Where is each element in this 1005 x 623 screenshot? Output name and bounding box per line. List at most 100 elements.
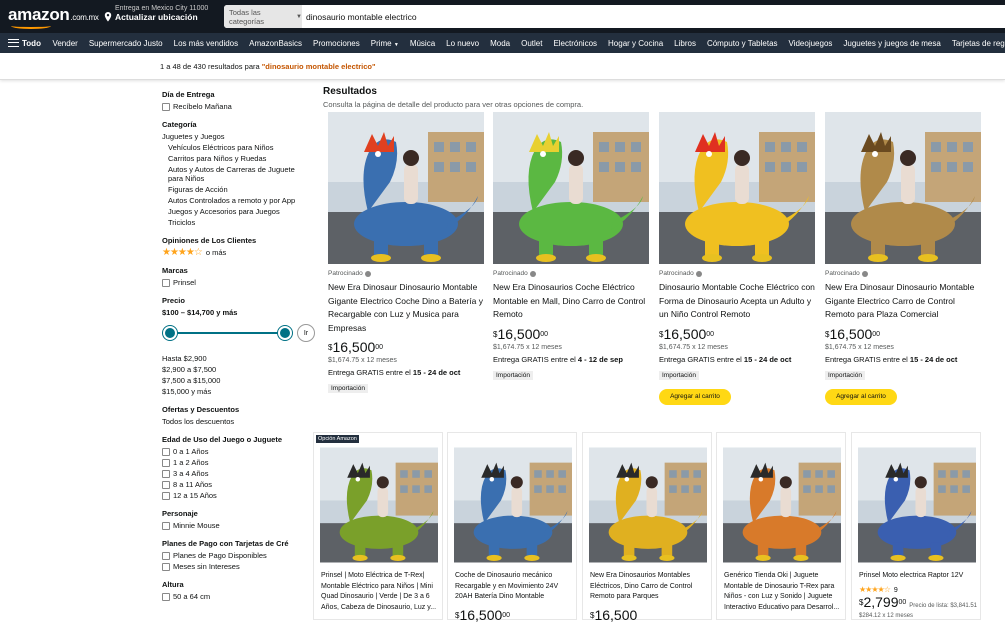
filter-label: Prinsel [173, 278, 196, 287]
nav-item-supermercado[interactable]: Supermercado Justo [83, 39, 168, 48]
nav-item-hogar[interactable]: Hogar y Cocina [603, 39, 669, 48]
category-link[interactable]: Juegos y Accesorios para Juegos [162, 206, 312, 217]
product-card[interactable]: Patrocinado New Era Dinosaur Dinosaurio … [328, 112, 484, 395]
info-icon[interactable] [861, 270, 868, 277]
checkbox[interactable] [162, 102, 170, 111]
category-link[interactable]: Autos Controlados a remoto y por App [162, 195, 312, 206]
price-option[interactable]: $7,500 a $15,000 [162, 375, 312, 386]
filter-age[interactable]: 0 a 1 Años [162, 446, 312, 457]
rating[interactable]: ★★★★☆ 9 [859, 585, 898, 594]
product-title[interactable]: Prinsel Moto electrica Raptor 12V [859, 571, 977, 582]
checkbox[interactable] [162, 469, 170, 478]
filter-age[interactable]: 1 a 2 Años [162, 457, 312, 468]
add-to-cart-button[interactable]: Agregar al carrito [659, 388, 731, 405]
nav-item-lo-nuevo[interactable]: Lo nuevo [441, 39, 485, 48]
product-card[interactable]: Patrocinado Dinosaurio Montable Coche El… [659, 112, 815, 405]
product-card[interactable]: Genérico Tienda Oki | Juguete Montable d… [716, 432, 846, 620]
product-image-link[interactable] [858, 443, 976, 567]
filter-recibelo-manana[interactable]: Recíbelo Mañana [162, 101, 312, 112]
add-to-cart-button[interactable]: Agregar al carrito [825, 388, 897, 405]
category-link[interactable]: Carritos para Niños y Ruedas [162, 153, 312, 164]
slider-max-handle[interactable] [278, 326, 292, 340]
product-card[interactable]: New Era Dinosaurios Montables Eléctricos… [582, 432, 712, 622]
search-category-select[interactable]: Todas las categorías ▼ [224, 5, 302, 28]
price-option[interactable]: $15,000 y más [162, 386, 312, 397]
search-input[interactable] [302, 5, 1005, 28]
product-card[interactable]: Patrocinado New Era Dinosaurios Coche El… [493, 112, 649, 382]
product-title[interactable]: New Era Dinosaur Dinosaurio Montable Gig… [328, 281, 484, 335]
price-slider[interactable]: Ir [162, 321, 315, 347]
nav-item-libros[interactable]: Libros [669, 39, 702, 48]
checkbox[interactable] [162, 562, 170, 571]
product-title[interactable]: Coche de Dinosaurio mecánico Recargable … [455, 571, 573, 603]
product-title[interactable]: Prinsel | Moto Eléctrica de T-Rex| Monta… [321, 571, 439, 613]
category-link[interactable]: Triciclos [162, 217, 312, 228]
product-card[interactable]: Prinsel Moto electrica Raptor 12V ★★★★☆ 9… [851, 432, 981, 620]
filter-age[interactable]: 3 a 4 Años [162, 468, 312, 479]
product-image-link[interactable] [825, 112, 981, 264]
product-image-link[interactable] [328, 112, 484, 264]
filter-plan[interactable]: Meses sin Intereses [162, 561, 312, 572]
product-image-link[interactable] [493, 112, 649, 264]
checkbox[interactable] [162, 458, 170, 467]
checkbox[interactable] [162, 592, 170, 601]
filter-plan[interactable]: Planes de Pago Disponibles [162, 550, 312, 561]
deals-link[interactable]: Todos los descuentos [162, 416, 312, 427]
nav-item-prime[interactable]: Prime ▼ [365, 39, 404, 48]
product-title[interactable]: New Era Dinosaur Dinosaurio Montable Gig… [825, 281, 981, 322]
filter-4-stars[interactable]: ★★★★☆ o más [162, 247, 312, 258]
product-image-link[interactable] [320, 443, 438, 567]
product-title[interactable]: New Era Dinosaurios Coche Eléctrico Mont… [493, 281, 649, 322]
slider-min-handle[interactable] [163, 326, 177, 340]
product-title[interactable]: Genérico Tienda Oki | Juguete Montable d… [724, 571, 842, 613]
info-icon[interactable] [529, 270, 536, 277]
nav-item-amazonbasics[interactable]: AmazonBasics [244, 39, 308, 48]
nav-item-computo[interactable]: Cómputo y Tabletas [701, 39, 783, 48]
price-go-button[interactable]: Ir [297, 324, 315, 342]
nav-item-tarjetas[interactable]: Tarjetas de regalo [946, 39, 1005, 48]
category-root-link[interactable]: Juguetes y Juegos [162, 131, 312, 142]
checkbox[interactable] [162, 491, 170, 500]
info-icon[interactable] [364, 270, 371, 277]
price-option[interactable]: Hasta $2,900 [162, 353, 312, 364]
nav-item-vender[interactable]: Vender [47, 39, 83, 48]
filter-character[interactable]: Minnie Mouse [162, 520, 312, 531]
product-image-link[interactable] [454, 443, 572, 567]
nav-item-electronicos[interactable]: Electrónicos [548, 39, 603, 48]
checkbox[interactable] [162, 447, 170, 456]
deliver-location[interactable]: Entrega en Mexico City 11000 Actualizar … [104, 5, 208, 22]
product-image-link[interactable] [659, 112, 815, 264]
info-icon[interactable] [695, 270, 702, 277]
nav-item-mas-vendidos[interactable]: Los más vendidos [168, 39, 243, 48]
product-card[interactable]: Patrocinado New Era Dinosaur Dinosaurio … [825, 112, 981, 405]
product-title[interactable]: Dinosaurio Montable Coche Eléctrico con … [659, 281, 815, 322]
checkbox[interactable] [162, 551, 170, 560]
filter-age[interactable]: 12 a 15 Años [162, 490, 312, 501]
category-link[interactable]: Autos y Autos de Carreras de Juguete par… [162, 165, 306, 183]
delivery-info: Entrega GRATIS entre el 15 - 24 de oct [825, 355, 981, 364]
price-cents: 00 [502, 612, 511, 619]
product-image-link[interactable] [589, 443, 707, 567]
category-link[interactable]: Figuras de Acción [162, 184, 312, 195]
product-title[interactable]: New Era Dinosaurios Montables Eléctricos… [590, 571, 708, 603]
checkbox[interactable] [162, 480, 170, 489]
filter-height[interactable]: 50 a 64 cm [162, 591, 312, 602]
product-image-link[interactable] [723, 443, 841, 567]
nav-item-videojuegos[interactable]: Videojuegos [783, 39, 838, 48]
price-option[interactable]: $2,900 a $7,500 [162, 364, 312, 375]
product-card[interactable]: Opción Amazon Prinsel | Moto Eléctrica d… [313, 432, 443, 620]
category-link[interactable]: Vehículos Eléctricos para Niños [162, 142, 312, 153]
nav-item-promociones[interactable]: Promociones [308, 39, 366, 48]
checkbox[interactable] [162, 278, 170, 287]
nav-item-musica[interactable]: Música [404, 39, 440, 48]
filter-brand-prinsel[interactable]: Prinsel [162, 277, 312, 288]
amazon-logo[interactable]: amazon.com.mx [8, 5, 99, 25]
nav-item-outlet[interactable]: Outlet [516, 39, 548, 48]
filter-age[interactable]: 8 a 11 Años [162, 479, 312, 490]
checkbox[interactable] [162, 521, 170, 530]
all-menu-button[interactable]: Todo [0, 39, 47, 48]
nav-item-moda[interactable]: Moda [485, 39, 516, 48]
nav-item-juguetes[interactable]: Juguetes y juegos de mesa [838, 39, 946, 48]
product-card[interactable]: Coche de Dinosaurio mecánico Recargable … [447, 432, 577, 622]
price-block: $2,799 00 Precio de lista: $3,841.51 $284.1… [859, 595, 977, 619]
